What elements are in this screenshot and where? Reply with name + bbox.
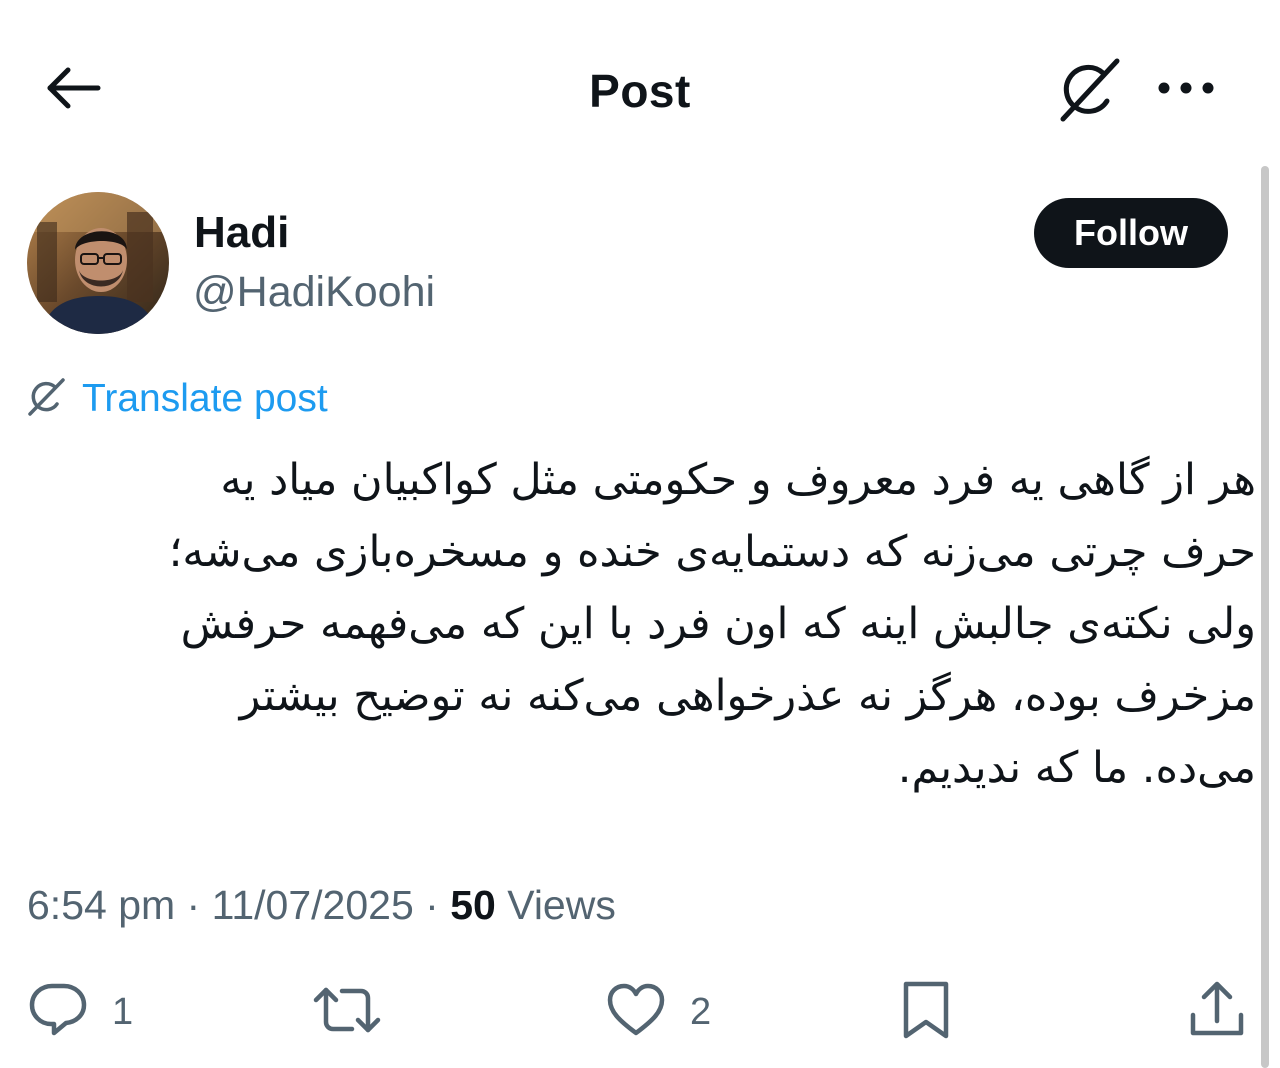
heart-icon xyxy=(606,983,666,1042)
follow-button[interactable]: Follow xyxy=(1034,198,1228,268)
meta-separator: · xyxy=(175,882,212,928)
author-handle[interactable]: @HadiKoohi xyxy=(193,268,435,317)
grok-icon xyxy=(26,377,66,422)
grok-icon xyxy=(1055,57,1121,128)
views-count: 50 xyxy=(450,882,496,928)
share-button[interactable] xyxy=(1188,980,1246,1044)
views-label: Views xyxy=(507,882,616,928)
translate-post-link[interactable]: Translate post xyxy=(26,376,328,422)
share-icon xyxy=(1188,981,1246,1044)
meta-separator: · xyxy=(413,882,451,928)
like-button[interactable]: 2 xyxy=(606,980,711,1044)
repost-button[interactable] xyxy=(312,980,406,1044)
post-text-line: مزخرف بوده، هرگز نه عذرخواهی می‌کنه نه ت… xyxy=(239,671,1256,721)
top-bar: Post xyxy=(0,0,1280,180)
scrollbar[interactable] xyxy=(1261,166,1269,1068)
bookmark-icon xyxy=(900,980,952,1045)
grok-button[interactable] xyxy=(1052,56,1124,128)
post-text-line: ولی نکته‌ی جالبش اینه که اون فرد با این … xyxy=(180,599,1256,649)
bookmark-button[interactable] xyxy=(900,980,952,1044)
reply-button[interactable]: 1 xyxy=(28,980,133,1044)
post-time[interactable]: 6:54 pm xyxy=(27,882,175,928)
avatar[interactable] xyxy=(27,192,169,334)
post-text-line: هر از گاهی یه فرد معروف و حکومتی مثل کوا… xyxy=(220,455,1256,505)
post-date[interactable]: 11/07/2025 xyxy=(212,882,414,928)
like-count: 2 xyxy=(690,990,712,1033)
author-display-name[interactable]: Hadi xyxy=(194,208,289,258)
reply-icon xyxy=(28,982,88,1043)
post-meta: 6:54 pm · 11/07/2025 · 50 Views xyxy=(27,882,616,929)
reply-count: 1 xyxy=(112,990,134,1033)
translate-post-label: Translate post xyxy=(82,377,328,420)
more-horizontal-icon xyxy=(1156,81,1216,100)
repost-icon xyxy=(312,984,382,1041)
more-options-button[interactable] xyxy=(1150,66,1222,114)
post-text: هر از گاهی یه فرد معروف و حکومتی مثل کوا… xyxy=(30,444,1256,804)
post-text-line: می‌ده. ما که ندیدیم. xyxy=(897,743,1256,793)
post-text-line: حرف چرتی می‌زنه که دستمایه‌ی خنده و مسخر… xyxy=(168,527,1256,577)
